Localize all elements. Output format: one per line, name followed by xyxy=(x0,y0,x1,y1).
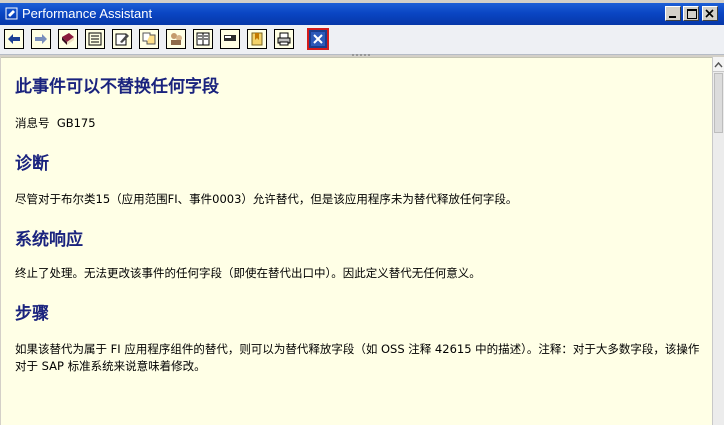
bookmark-button[interactable] xyxy=(247,29,267,49)
forward-button[interactable] xyxy=(31,29,51,49)
chevron-up-icon xyxy=(714,61,723,68)
back-arrow-icon xyxy=(8,34,20,44)
technical-info-button[interactable] xyxy=(85,29,105,49)
close-window-button[interactable] xyxy=(307,28,329,50)
document-icon xyxy=(196,32,210,46)
edit-button[interactable] xyxy=(112,29,132,49)
maximize-icon xyxy=(687,9,697,19)
vertical-scrollbar[interactable] xyxy=(712,57,724,425)
section-heading-system-response: 系统响应 xyxy=(15,230,83,250)
section-text-system-response: 终止了处理。无法更改该事件的任何字段（即使在替代出口中）。因此定义替代无任何意义… xyxy=(15,266,481,280)
document-title: 此事件可以不替换任何字段 xyxy=(15,77,219,97)
document-button[interactable] xyxy=(193,29,213,49)
users-button[interactable] xyxy=(166,29,186,49)
section-heading-diagnosis: 诊断 xyxy=(15,154,49,174)
technical-info-icon xyxy=(88,32,102,46)
bookmark-icon xyxy=(251,32,263,46)
forward-arrow-icon xyxy=(35,34,47,44)
close-window-icon xyxy=(311,32,325,46)
print-button[interactable] xyxy=(274,29,294,49)
glossary-button[interactable] xyxy=(139,29,159,49)
close-icon xyxy=(705,9,714,18)
edit-icon xyxy=(115,33,129,46)
keyboard-icon xyxy=(224,35,236,41)
section-heading-procedure: 步骤 xyxy=(15,304,49,324)
close-button[interactable] xyxy=(702,6,718,21)
minimize-icon xyxy=(669,16,676,18)
help-content-pane: 此事件可以不替换任何字段 消息号 GB175 诊断 尽管对于布尔类15（应用范围… xyxy=(1,57,712,425)
users-icon xyxy=(171,33,182,45)
title-bar[interactable]: Performance Assistant xyxy=(0,3,724,25)
glossary-icon xyxy=(142,32,156,45)
back-button[interactable] xyxy=(4,29,24,49)
performance-assistant-window: Performance Assistant 此事件可以不替换任何字段 消息号 G… xyxy=(0,0,724,425)
keyboard-button[interactable] xyxy=(220,29,240,49)
maximize-button[interactable] xyxy=(683,6,699,21)
toolbar xyxy=(0,25,724,55)
message-number: 消息号 GB175 xyxy=(15,115,705,132)
message-id: GB175 xyxy=(56,116,96,130)
book-icon xyxy=(62,33,74,45)
section-text-diagnosis: 尽管对于布尔类15（应用范围FI、事件0003）允许替代，但是该应用程序未为替代… xyxy=(15,192,518,206)
book-button[interactable] xyxy=(58,29,78,49)
message-label: 消息号 xyxy=(15,116,50,130)
window-title: Performance Assistant xyxy=(22,6,153,21)
section-text-procedure: 如果该替代为属于 FI 应用程序组件的替代，则可以为替代释放字段（如 OSS 注… xyxy=(15,342,700,373)
minimize-button[interactable] xyxy=(665,6,681,21)
scroll-thumb[interactable] xyxy=(714,73,723,133)
print-icon xyxy=(277,32,291,46)
scroll-up-button[interactable] xyxy=(713,57,724,72)
app-icon xyxy=(5,7,18,20)
